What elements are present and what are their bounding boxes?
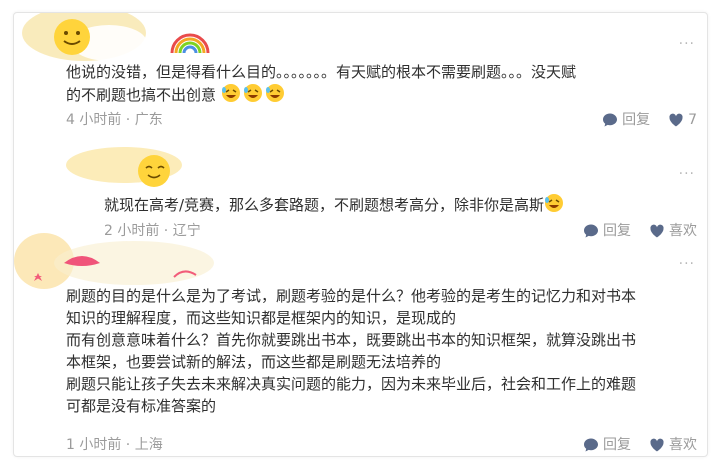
like-button[interactable]: 喜欢 <box>649 435 697 455</box>
comments-panel: ··· 他说的没错，但是得看什么目的。。。。。。。有天赋的根本不需要刷题。。。没… <box>13 12 708 457</box>
reply-label: 回复 <box>603 437 631 453</box>
comment-text: 他说的没错，但是得看什么目的。。。。。。。有天赋的根本不需要刷题。。。没天赋 的… <box>66 61 686 109</box>
more-options-icon[interactable]: ··· <box>679 37 695 51</box>
reply-label: 回复 <box>622 112 651 128</box>
laugh-emoji-group <box>221 83 287 109</box>
comment-meta: 1 小时前 · 上海 <box>66 437 163 453</box>
comment-bubble-icon <box>584 438 598 452</box>
reply-button[interactable]: 回复 <box>602 110 650 130</box>
reply-button[interactable]: 回复 <box>583 435 631 455</box>
comment-actions: 回复 7 <box>602 110 697 130</box>
comment-meta: 4 小时前 · 广东 <box>66 112 163 128</box>
comment-actions: 回复 喜欢 <box>583 435 697 455</box>
more-options-icon[interactable]: ··· <box>679 257 695 271</box>
user-avatar-decoration <box>64 143 214 197</box>
comment-body: 他说的没错，但是得看什么目的。。。。。。。有天赋的根本不需要刷题。。。没天赋 的… <box>66 63 577 104</box>
heart-icon <box>650 438 664 452</box>
like-button[interactable]: 7 <box>668 110 697 130</box>
comment-1: ··· 他说的没错，但是得看什么目的。。。。。。。有天赋的根本不需要刷题。。。没… <box>14 13 707 143</box>
heart-icon <box>669 113 683 127</box>
laugh-emoji <box>544 193 564 219</box>
more-options-icon[interactable]: ··· <box>679 167 695 181</box>
like-count: 7 <box>688 112 697 128</box>
comment-3: ··· 刷题的目的是什么是为了考试，刷题考验的是什么？他考验的是考生的记忆力和对… <box>14 233 707 456</box>
like-label: 喜欢 <box>669 437 697 453</box>
comment-bubble-icon <box>603 113 618 127</box>
comment-2: ··· 就现在高考/竞赛，那么多套路题，不刷题想考高分，除非你是高斯 2 小时前… <box>14 143 707 239</box>
comment-body: 就现在高考/竞赛，那么多套路题，不刷题想考高分，除非你是高斯 <box>104 196 545 214</box>
comment-text: 就现在高考/竞赛，那么多套路题，不刷题想考高分，除非你是高斯 <box>104 193 684 219</box>
comment-text: 刷题的目的是什么是为了考试，刷题考验的是什么？他考验的是考生的记忆力和对书本 知… <box>66 287 637 415</box>
